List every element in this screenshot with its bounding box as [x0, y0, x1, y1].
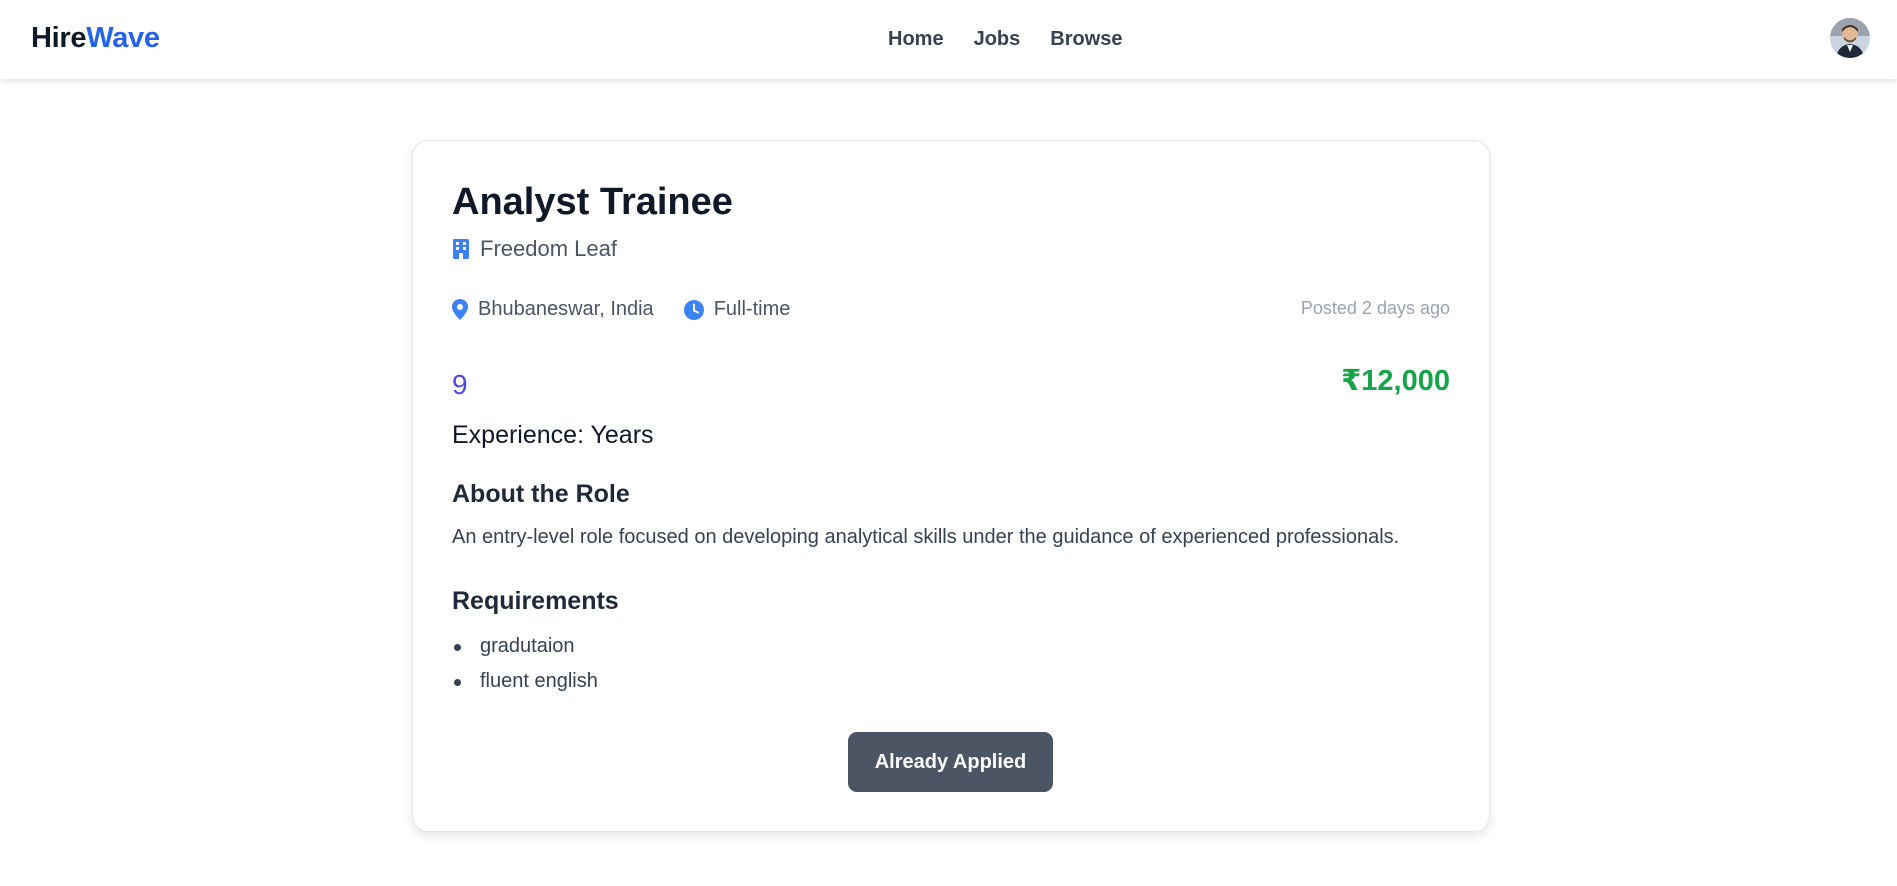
avatar-image — [1830, 18, 1870, 58]
nav-home-link[interactable]: Home — [888, 28, 944, 51]
about-role-text: An entry-level role focused on developin… — [452, 526, 1400, 548]
brand-name-part1: Hire — [31, 22, 87, 54]
about-role-heading: About the Role — [452, 480, 630, 508]
nav-jobs-link[interactable]: Jobs — [974, 28, 1021, 51]
main-nav: Home Jobs Browse — [888, 28, 1123, 51]
building-icon — [452, 239, 470, 259]
experience-label: Experience: Years — [452, 421, 654, 449]
clock-icon — [683, 299, 704, 320]
brand-logo[interactable]: HireWave — [31, 22, 160, 55]
nav-browse-link[interactable]: Browse — [1050, 28, 1122, 51]
posted-date: Posted 2 days ago — [1300, 298, 1450, 318]
map-pin-icon — [452, 299, 468, 320]
company-row: Freedom Leaf — [452, 236, 617, 262]
requirement-item: gradutaion — [452, 629, 598, 664]
job-title: Analyst Trainee — [452, 181, 733, 223]
top-navbar: HireWave Home Jobs Browse — [0, 0, 1897, 79]
company-name: Freedom Leaf — [480, 236, 617, 261]
job-meta-row: Bhubaneswar, India Full-time — [452, 298, 820, 321]
salary: ₹12,000 — [1341, 365, 1450, 397]
job-detail-card: Analyst Trainee Freedom Leaf Bhubaneswar… — [412, 140, 1490, 832]
already-applied-button[interactable]: Already Applied — [848, 732, 1053, 792]
requirement-item: fluent english — [452, 664, 598, 699]
job-type-item: Full-time — [683, 298, 791, 321]
requirements-heading: Requirements — [452, 587, 619, 615]
user-avatar[interactable] — [1830, 18, 1870, 58]
location-item: Bhubaneswar, India — [452, 298, 654, 321]
job-type: Full-time — [713, 298, 791, 320]
brand-name-part2: Wave — [86, 22, 160, 54]
experience-value: 9 — [452, 369, 468, 400]
requirements-list: gradutaion fluent english — [452, 629, 598, 699]
job-location: Bhubaneswar, India — [478, 298, 654, 320]
